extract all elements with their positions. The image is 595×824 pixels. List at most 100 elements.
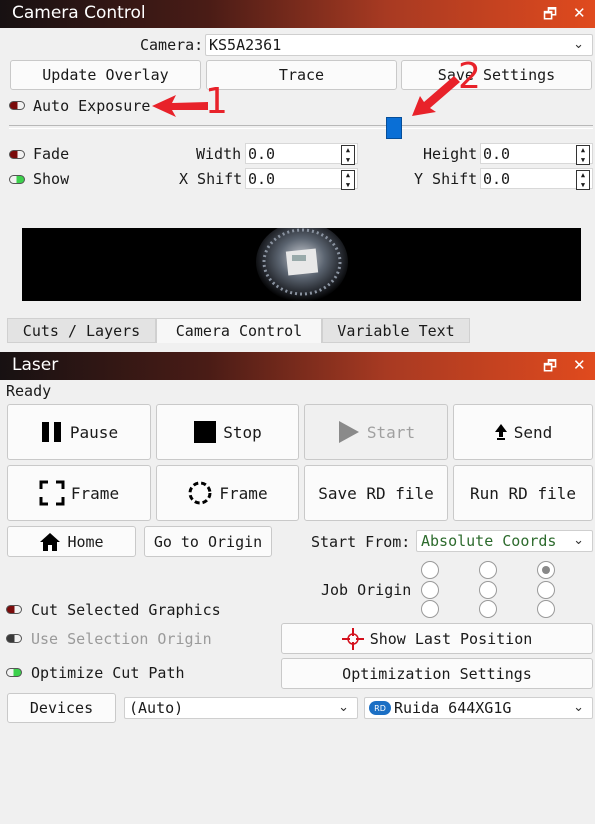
pause-button[interactable]: Pause [7, 404, 151, 460]
tab-label: Variable Text [337, 321, 455, 340]
camera-panel-titlebar: Camera Control 🗗 ✕ [0, 0, 595, 28]
frame-label: Frame [70, 483, 120, 503]
play-icon [338, 421, 359, 443]
ruida-logo-icon: RD [369, 701, 391, 715]
save-rd-file-button[interactable]: Save RD file [304, 465, 448, 521]
trace-label: Trace [278, 66, 325, 84]
height-label: Height [423, 145, 478, 163]
send-button[interactable]: Send [453, 404, 593, 460]
width-value: 0.0 [248, 145, 276, 163]
xshift-spinbox[interactable]: 0.0 ▲ ▼ [245, 168, 358, 190]
start-from-value: Absolute Coords [421, 532, 557, 550]
job-origin-bottom-center[interactable] [479, 600, 497, 618]
start-from-select[interactable]: Absolute Coords ⌄ [416, 530, 593, 552]
use-selection-origin-toggle[interactable] [6, 634, 22, 643]
frame-rect-button[interactable]: Frame [7, 465, 151, 521]
optimize-cut-path-label: Optimize Cut Path [31, 664, 185, 682]
use-selection-origin-label: Use Selection Origin [31, 630, 212, 648]
camera-fisheye-image [256, 228, 348, 301]
start-button[interactable]: Start [304, 404, 448, 460]
stop-label: Stop [223, 422, 262, 442]
exposure-slider-track[interactable] [9, 125, 593, 129]
chevron-down-icon: ⌄ [573, 700, 584, 715]
save-rd-label: Save RD file [318, 483, 434, 503]
job-origin-center[interactable] [479, 581, 497, 599]
home-button[interactable]: Home [7, 526, 136, 557]
tab-variable-text[interactable]: Variable Text [322, 318, 470, 343]
devices-port-select[interactable]: (Auto) ⌄ [124, 697, 358, 719]
height-spinbox[interactable]: 0.0 ▲ ▼ [480, 143, 593, 165]
float-icon[interactable]: 🗗 [543, 4, 557, 29]
device-model-value: Ruida 644XG1G [394, 699, 512, 717]
width-spinbox[interactable]: 0.0 ▲ ▼ [245, 143, 358, 165]
show-toggle[interactable] [9, 175, 25, 184]
spin-arrows-icon[interactable]: ▲ ▼ [576, 145, 590, 165]
job-origin-bottom-left[interactable] [421, 600, 439, 618]
optimize-cut-path-toggle[interactable] [6, 668, 22, 677]
optimization-settings-button[interactable]: Optimization Settings [281, 658, 593, 689]
spin-arrows-icon[interactable]: ▲ ▼ [341, 170, 355, 190]
trace-button[interactable]: Trace [206, 60, 397, 90]
tab-cuts-layers[interactable]: Cuts / Layers [7, 318, 156, 343]
home-icon [40, 532, 61, 551]
float-icon[interactable]: 🗗 [543, 356, 557, 381]
spin-arrows-icon[interactable]: ▲ ▼ [576, 170, 590, 190]
stop-button[interactable]: Stop [156, 404, 299, 460]
pause-label: Pause [69, 422, 119, 442]
auto-exposure-toggle[interactable] [9, 101, 25, 110]
toggle-indicator [9, 175, 25, 184]
job-origin-top-center[interactable] [479, 561, 497, 579]
fade-toggle[interactable] [9, 150, 25, 159]
fade-label: Fade [33, 145, 70, 163]
devices-button[interactable]: Devices [7, 693, 116, 723]
job-origin-middle-right[interactable] [537, 581, 555, 599]
camera-select[interactable]: KS5A2361 ⌄ [205, 34, 593, 56]
cut-selected-label: Cut Selected Graphics [31, 601, 221, 619]
job-origin-bottom-right[interactable] [537, 600, 555, 618]
tab-label: Cuts / Layers [22, 321, 141, 340]
job-origin-top-right[interactable] [537, 561, 555, 579]
chevron-down-icon: ⌄ [573, 533, 584, 548]
start-label: Start [366, 422, 416, 442]
spin-arrows-icon[interactable]: ▲ ▼ [341, 145, 355, 165]
run-rd-file-button[interactable]: Run RD file [453, 465, 593, 521]
laser-panel-title: Laser [12, 355, 59, 375]
devices-label: Devices [29, 699, 94, 717]
xshift-label: X Shift [179, 170, 243, 188]
close-icon[interactable]: ✕ [573, 4, 586, 22]
start-from-label: Start From: [311, 533, 411, 551]
frame-circle-icon [188, 481, 212, 505]
camera-panel-title: Camera Control [12, 3, 146, 23]
show-last-label: Show Last Position [369, 629, 533, 648]
ruida-logo-text: RD [374, 703, 386, 713]
camera-label: Camera: [140, 36, 204, 54]
cut-selected-toggle[interactable] [6, 605, 22, 614]
home-label: Home [67, 532, 104, 551]
xshift-value: 0.0 [248, 170, 276, 188]
radio-selected-dot [542, 566, 550, 574]
show-label: Show [33, 170, 70, 188]
go-to-origin-button[interactable]: Go to Origin [144, 526, 272, 557]
stop-icon [194, 421, 217, 443]
camera-preview [22, 228, 581, 301]
opt-settings-label: Optimization Settings [342, 664, 532, 683]
frame-circle-button[interactable]: Frame [156, 465, 299, 521]
job-origin-middle-left[interactable] [421, 581, 439, 599]
tab-camera-control[interactable]: Camera Control [156, 318, 322, 343]
laser-status: Ready [6, 382, 52, 400]
device-model-select[interactable]: RD Ruida 644XG1G ⌄ [364, 697, 593, 719]
chevron-down-icon: ⌄ [338, 700, 349, 715]
yshift-spinbox[interactable]: 0.0 ▲ ▼ [480, 168, 593, 190]
exposure-slider-handle[interactable] [386, 117, 402, 139]
yshift-value: 0.0 [483, 170, 511, 188]
job-origin-top-left[interactable] [421, 561, 439, 579]
toggle-indicator [9, 150, 25, 159]
auto-exposure-label: Auto Exposure [33, 97, 151, 115]
height-value: 0.0 [483, 145, 511, 163]
show-last-position-button[interactable]: Show Last Position [281, 623, 593, 654]
pause-icon [41, 422, 61, 442]
close-icon[interactable]: ✕ [573, 356, 586, 374]
chevron-down-icon: ⌄ [573, 37, 584, 52]
job-origin-label: Job Origin [321, 581, 412, 599]
frame-rectangle-icon [39, 480, 65, 506]
